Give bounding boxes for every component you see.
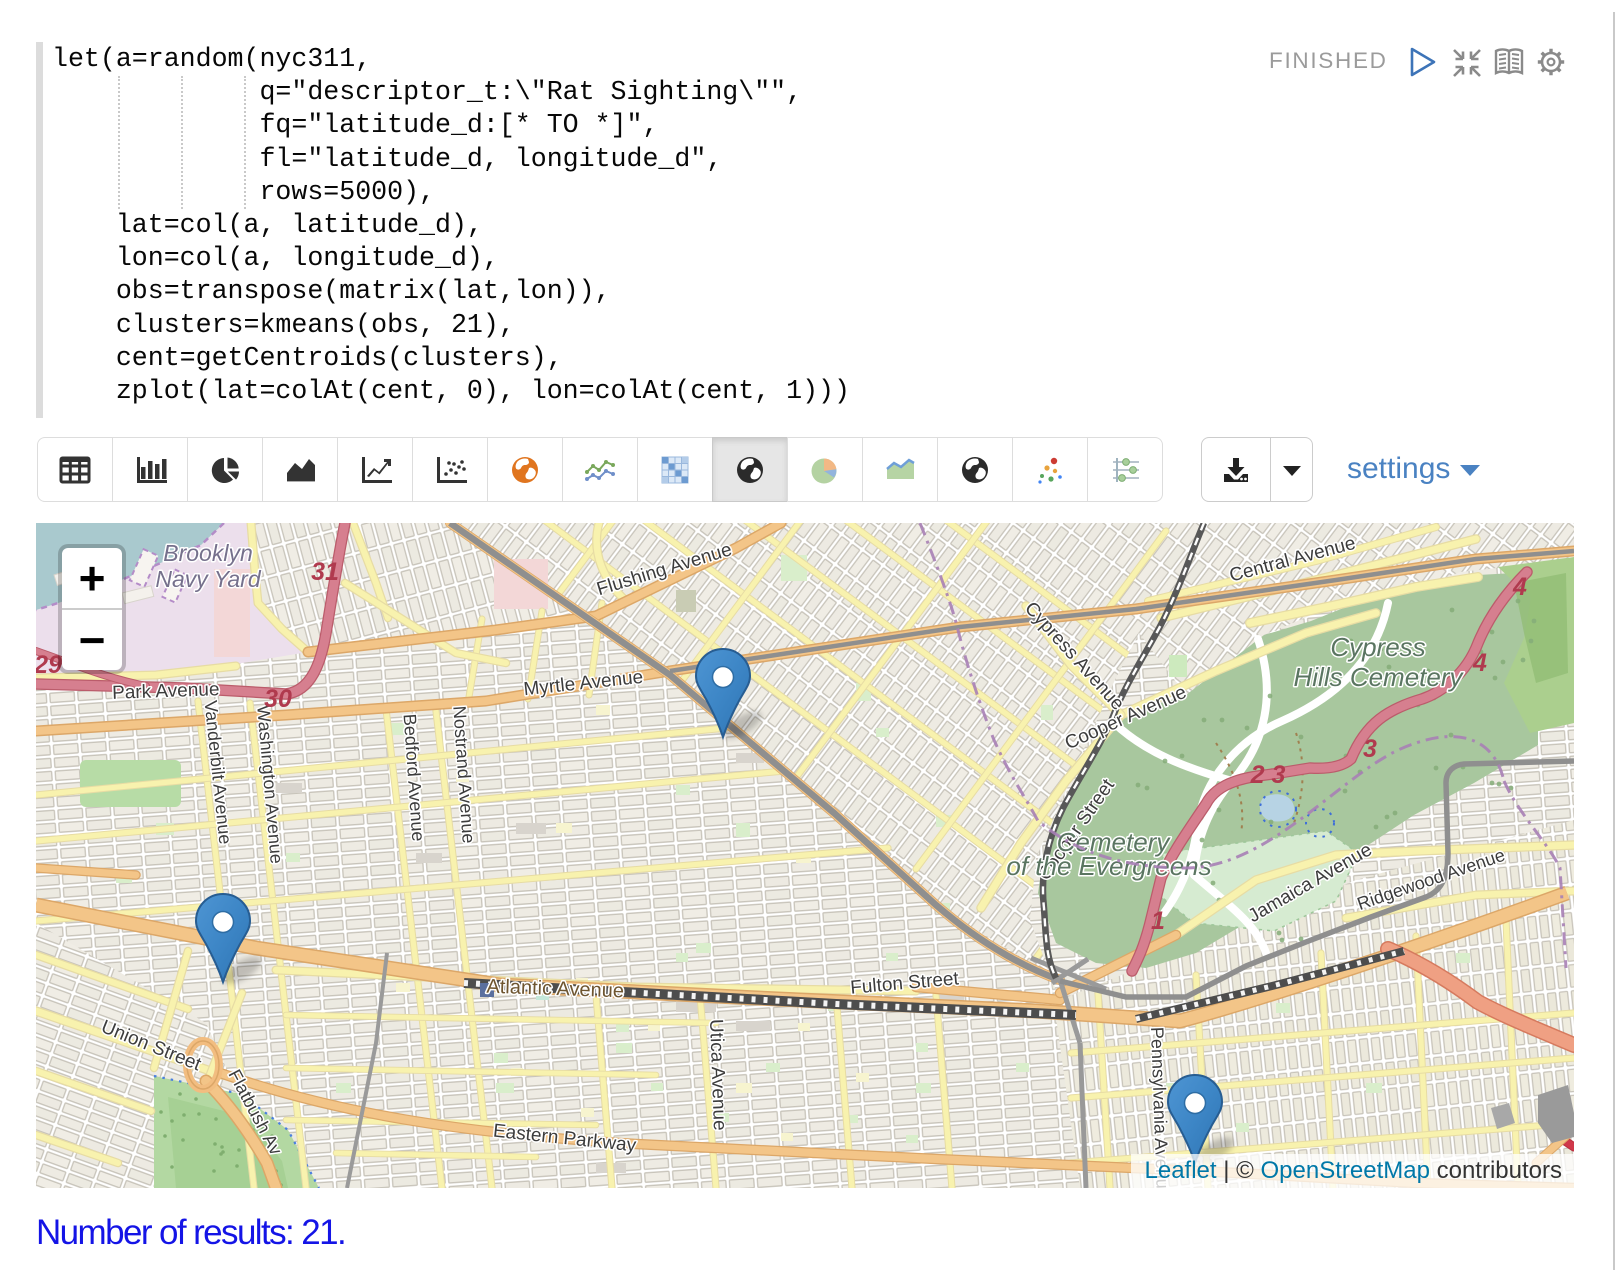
svg-text:4: 4 xyxy=(1472,649,1487,677)
svg-text:3: 3 xyxy=(1363,735,1377,763)
svg-text:Utica Avenue: Utica Avenue xyxy=(705,1019,730,1131)
svg-text:Cypress: Cypress xyxy=(1330,632,1425,662)
svg-text:31: 31 xyxy=(311,558,339,586)
svg-text:Brooklyn: Brooklyn xyxy=(163,540,252,566)
svg-text:Park Avenue: Park Avenue xyxy=(112,679,220,704)
svg-text:1: 1 xyxy=(1151,907,1165,935)
svg-text:of the Evergreens: of the Evergreens xyxy=(1006,851,1211,881)
svg-text:4: 4 xyxy=(1512,573,1527,601)
svg-text:2 3: 2 3 xyxy=(1250,761,1286,789)
svg-text:Navy Yard: Navy Yard xyxy=(155,566,261,592)
svg-text:30: 30 xyxy=(264,685,292,713)
svg-text:Hills Cemetery: Hills Cemetery xyxy=(1293,662,1464,692)
